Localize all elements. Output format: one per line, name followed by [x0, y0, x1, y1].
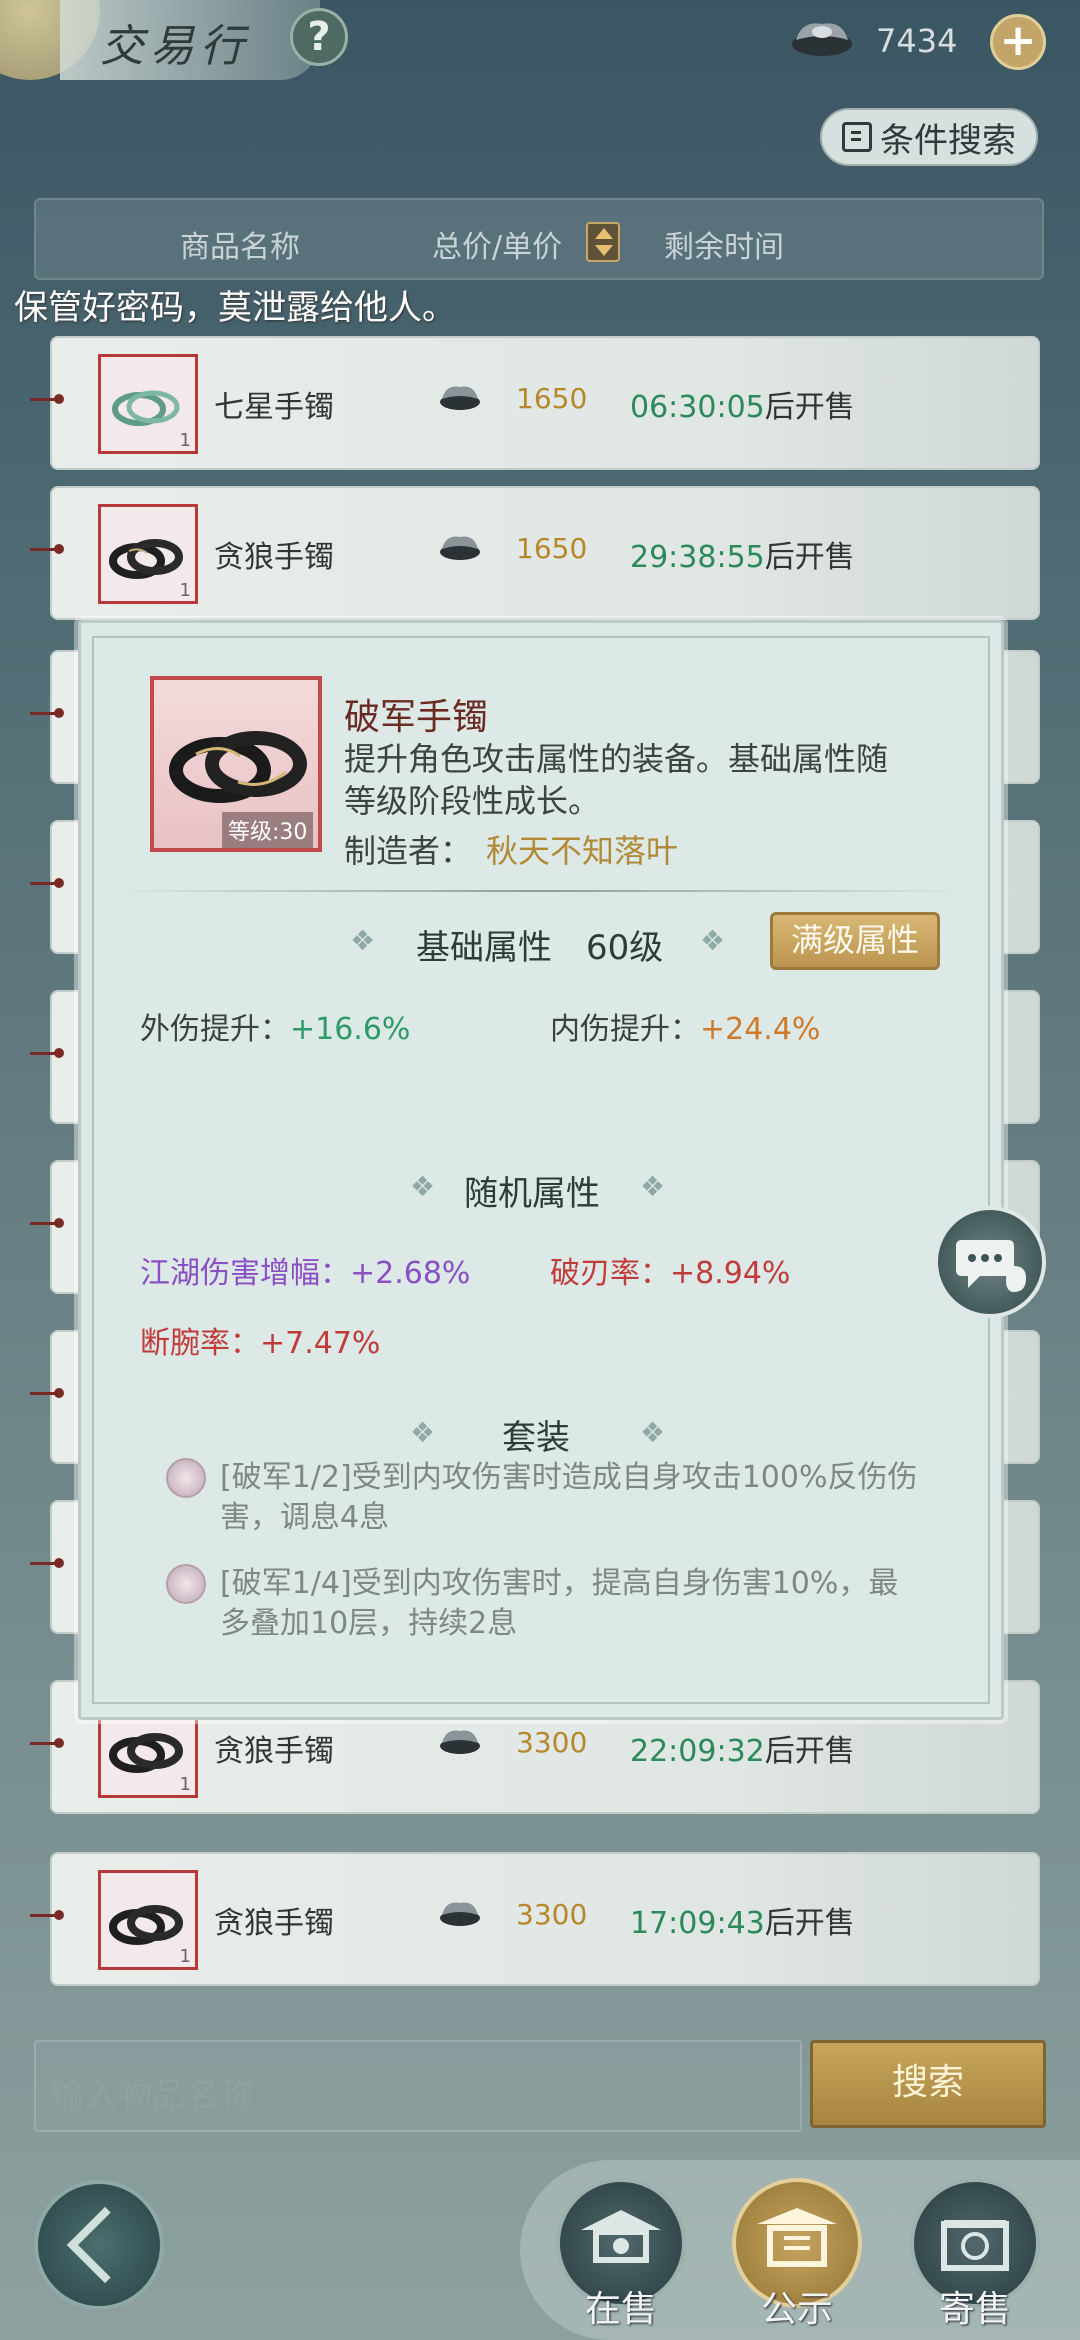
black-bracelet-icon: 1 — [98, 504, 198, 604]
diamond-ornament-icon: ❖ — [700, 924, 726, 957]
row-pin-decoration — [30, 708, 64, 718]
row-pin-decoration — [30, 1048, 64, 1058]
flower-bullet-icon — [166, 1458, 206, 1498]
flower-bullet-icon — [166, 1564, 206, 1604]
row-pin-decoration — [30, 394, 64, 404]
set-title: 套装 — [502, 1418, 570, 1458]
security-warning: 保管好密码，莫泄露给他人。 — [14, 288, 456, 328]
set-effect-2: [破军1/4]受到内攻伤害时，提高自身伤害10%，最多叠加10层，持续2息 — [220, 1566, 899, 1641]
item-name: 七星手镯 — [214, 390, 334, 425]
pavilion-icon — [581, 2210, 661, 2263]
maker-label: 制造者： — [344, 832, 473, 870]
item-name: 贪狼手镯 — [214, 1906, 334, 1941]
goods-box-icon — [941, 2220, 1009, 2271]
green-bracelet-icon: 1 — [98, 354, 198, 454]
item-time: 17:09:43后开售 — [630, 1906, 855, 1941]
table-row[interactable]: 1 贪狼手镯 3300 17:09:43后开售 — [30, 1852, 1040, 1986]
item-quantity: 1 — [179, 430, 191, 451]
column-header-name: 商品名称 — [180, 230, 300, 265]
attr-wrist-break: 断腕率：+7.47% — [140, 1326, 381, 1361]
item-time: 29:38:55后开售 — [630, 540, 855, 575]
search-button[interactable]: 搜索 — [810, 2040, 1046, 2128]
search-input[interactable]: 输入物品名称 — [34, 2040, 802, 2132]
column-header-time: 剩余时间 — [664, 230, 784, 265]
popup-item-description: 提升角色攻击属性的装备。基础属性随等级阶段性成长。 — [344, 740, 889, 820]
base-attr-title: 基础属性 — [416, 928, 552, 968]
table-row[interactable]: 1 七星手镯 1650 06:30:05后开售 — [30, 336, 1040, 470]
tab-public-label: 公示 — [760, 2289, 833, 2330]
table-row[interactable]: 1 贪狼手镯 1650 29:38:55后开售 — [30, 486, 1040, 620]
attr-outer-damage: 外伤提升：+16.6% — [140, 1012, 411, 1047]
page-title: 交易行 — [100, 21, 250, 72]
tab-on-sale-label: 在售 — [584, 2289, 657, 2330]
column-header-price[interactable]: 总价/单价 — [432, 222, 562, 266]
item-quantity: 1 — [179, 580, 191, 601]
item-name: 贪狼手镯 — [214, 1734, 334, 1769]
random-attr-title: 随机属性 — [464, 1174, 600, 1214]
filter-icon — [842, 122, 872, 152]
diamond-ornament-icon: ❖ — [410, 1170, 436, 1203]
base-attr-level: 60级 — [586, 928, 664, 968]
condition-search-label: 条件搜索 — [880, 120, 1016, 161]
popup-item-name: 破军手镯 — [344, 697, 489, 738]
row-pin-decoration — [30, 1218, 64, 1228]
condition-search-button[interactable]: 条件搜索 — [820, 108, 1038, 166]
item-price: 1650 — [516, 382, 588, 415]
max-level-attr-button[interactable]: 满级属性 — [770, 912, 940, 970]
attr-blade-break: 破刃率：+8.94% — [550, 1256, 791, 1291]
currency-display: 7434 + — [790, 10, 1050, 70]
currency-value: 7434 — [876, 22, 958, 60]
set-effect-1: [破军1/2]受到内攻伤害时造成自身攻击100%反伤伤害，调息4息 — [220, 1460, 918, 1535]
black-bracelet-icon: 1 — [98, 1870, 198, 1970]
attr-jianghu-damage: 江湖伤害增幅：+2.68% — [140, 1256, 471, 1291]
attr-inner-damage: 内伤提升：+24.4% — [550, 1012, 821, 1047]
row-pin-decoration — [30, 1388, 64, 1398]
item-quantity: 1 — [179, 1774, 191, 1795]
silver-ingot-icon — [440, 536, 480, 560]
row-pin-decoration — [30, 1558, 64, 1568]
chat-bubble-icon[interactable] — [934, 1206, 1046, 1318]
item-price: 3300 — [516, 1898, 588, 1931]
help-icon[interactable]: ? — [290, 8, 348, 66]
silver-ingot-icon — [440, 386, 480, 410]
item-price: 3300 — [516, 1726, 588, 1759]
diamond-ornament-icon: ❖ — [350, 924, 376, 957]
tab-consign-label: 寄售 — [938, 2289, 1011, 2330]
silver-ingot-icon — [440, 1902, 480, 1926]
item-name: 贪狼手镯 — [214, 540, 334, 575]
diamond-ornament-icon: ❖ — [640, 1416, 666, 1449]
item-level-badge: 等级:30 — [222, 812, 314, 848]
maker-name: 秋天不知落叶 — [486, 832, 679, 870]
silver-ingot-icon — [792, 23, 852, 56]
silver-ingot-icon — [440, 1730, 480, 1754]
diamond-ornament-icon: ❖ — [640, 1170, 666, 1203]
add-currency-button[interactable]: + — [990, 14, 1046, 70]
sort-icon[interactable] — [586, 222, 620, 262]
popup-divider — [110, 890, 970, 892]
row-pin-decoration — [30, 1738, 64, 1748]
item-time: 22:09:32后开售 — [630, 1734, 855, 1769]
item-quantity: 1 — [179, 1946, 191, 1967]
gate-icon — [757, 2208, 837, 2267]
row-pin-decoration — [30, 1910, 64, 1920]
item-time: 06:30:05后开售 — [630, 390, 855, 425]
row-pin-decoration — [30, 878, 64, 888]
item-price: 1650 — [516, 532, 588, 565]
diamond-ornament-icon: ❖ — [410, 1416, 436, 1449]
back-arrow-icon[interactable] — [34, 2180, 164, 2310]
row-pin-decoration — [30, 544, 64, 554]
